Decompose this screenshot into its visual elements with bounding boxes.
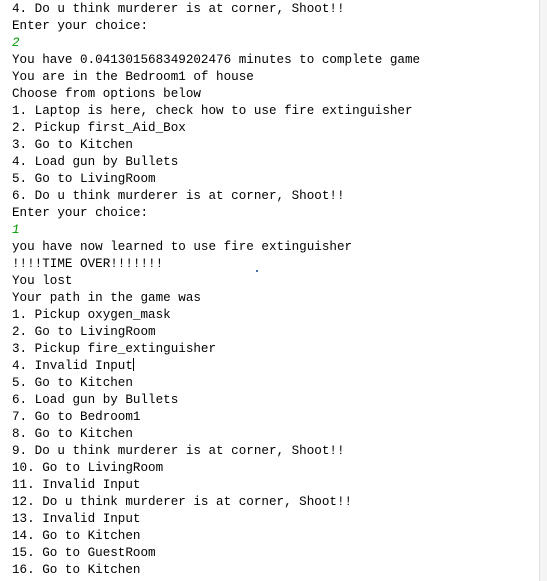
- text-cursor: [132, 358, 134, 371]
- stray-pixel: [256, 270, 258, 272]
- console-line: 16. Go to Kitchen: [12, 562, 540, 579]
- console-line-text: 3. Pickup fire_extinguisher: [12, 342, 217, 356]
- console-line-text: 13. Invalid Input: [12, 512, 141, 526]
- vertical-scrollbar[interactable]: [539, 0, 547, 581]
- console-line: 12. Do u think murderer is at corner, Sh…: [12, 494, 540, 511]
- console-line: Choose from options below: [12, 86, 540, 103]
- console-line: Enter your choice:: [12, 205, 540, 222]
- console-line-text: 8. Go to Kitchen: [12, 427, 133, 441]
- console-line-text: Enter your choice:: [12, 206, 149, 220]
- console-line: 4. Invalid Input: [12, 358, 540, 375]
- console-line-text: 4. Load gun by Bullets: [12, 155, 179, 169]
- console-line-text: you have now learned to use fire extingu…: [12, 240, 353, 254]
- console-line: 6. Load gun by Bullets: [12, 392, 540, 409]
- console-line: 6. Do u think murderer is at corner, Sho…: [12, 188, 540, 205]
- console-line: Your path in the game was: [12, 290, 540, 307]
- console-input-line: 2: [12, 35, 540, 52]
- console-line: 5. Go to LivingRoom: [12, 171, 540, 188]
- console-line-text: 11. Invalid Input: [12, 478, 141, 492]
- console-line: Enter your choice:: [12, 18, 540, 35]
- console-line-text: You are in the Bedroom1 of house: [12, 70, 254, 84]
- console-line-text: 15. Go to GuestRoom: [12, 546, 156, 560]
- console-line-text: 1. Pickup oxygen_mask: [12, 308, 171, 322]
- console-line-text: 4. Do u think murderer is at corner, Sho…: [12, 2, 345, 16]
- console-line-text: 2: [12, 36, 20, 50]
- console-line: 3. Pickup fire_extinguisher: [12, 341, 540, 358]
- console-input-line: 1: [12, 222, 540, 239]
- console-line-text: Your path in the game was: [12, 291, 201, 305]
- console-line-text: 2. Go to LivingRoom: [12, 325, 156, 339]
- console-line-text: 16. Go to Kitchen: [12, 563, 141, 577]
- console-line: you have now learned to use fire extingu…: [12, 239, 540, 256]
- console-line-text: 2. Pickup first_Aid_Box: [12, 121, 186, 135]
- console-line: 11. Invalid Input: [12, 477, 540, 494]
- console-line: 5. Go to Kitchen: [12, 375, 540, 392]
- console-line: 4. Load gun by Bullets: [12, 154, 540, 171]
- console-output[interactable]: 4. Do u think murderer is at corner, Sho…: [0, 0, 540, 581]
- console-line-text: 5. Go to Kitchen: [12, 376, 133, 390]
- console-line-text: 6. Do u think murderer is at corner, Sho…: [12, 189, 345, 203]
- console-line-text: 7. Go to Bedroom1: [12, 410, 141, 424]
- console-line: You have 0.041301568349202476 minutes to…: [12, 52, 540, 69]
- console-line: You lost: [12, 273, 540, 290]
- console-line: 13. Invalid Input: [12, 511, 540, 528]
- console-line-text: 3. Go to Kitchen: [12, 138, 133, 152]
- console-line: 10. Go to LivingRoom: [12, 460, 540, 477]
- console-line-text: 12. Do u think murderer is at corner, Sh…: [12, 495, 353, 509]
- console-line: 1. Pickup oxygen_mask: [12, 307, 540, 324]
- console-line-text: !!!!TIME OVER!!!!!!!: [12, 257, 164, 271]
- console-line: 15. Go to GuestRoom: [12, 545, 540, 562]
- console-line-text: 1. Laptop is here, check how to use fire…: [12, 104, 413, 118]
- console-line-text: 1: [12, 223, 20, 237]
- console-line: 2. Go to LivingRoom: [12, 324, 540, 341]
- console-line: 9. Do u think murderer is at corner, Sho…: [12, 443, 540, 460]
- console-line-text: 9. Do u think murderer is at corner, Sho…: [12, 444, 345, 458]
- console-line: 2. Pickup first_Aid_Box: [12, 120, 540, 137]
- console-line-text: 4. Invalid Input: [12, 359, 133, 373]
- console-line-text: 10. Go to LivingRoom: [12, 461, 164, 475]
- console-line: 14. Go to Kitchen: [12, 528, 540, 545]
- console-line-text: Enter your choice:: [12, 19, 149, 33]
- console-line: 3. Go to Kitchen: [12, 137, 540, 154]
- console-line-text: 14. Go to Kitchen: [12, 529, 141, 543]
- console-line: 7. Go to Bedroom1: [12, 409, 540, 426]
- console-line-text: 6. Load gun by Bullets: [12, 393, 179, 407]
- console-line: You are in the Bedroom1 of house: [12, 69, 540, 86]
- console-line-text: 5. Go to LivingRoom: [12, 172, 156, 186]
- console-line: !!!!TIME OVER!!!!!!!: [12, 256, 540, 273]
- console-line-text: Choose from options below: [12, 87, 201, 101]
- console-line: 1. Laptop is here, check how to use fire…: [12, 103, 540, 120]
- console-line: 8. Go to Kitchen: [12, 426, 540, 443]
- console-line-text: You have 0.041301568349202476 minutes to…: [12, 53, 421, 67]
- console-line: 4. Do u think murderer is at corner, Sho…: [12, 1, 540, 18]
- console-line-text: You lost: [12, 274, 73, 288]
